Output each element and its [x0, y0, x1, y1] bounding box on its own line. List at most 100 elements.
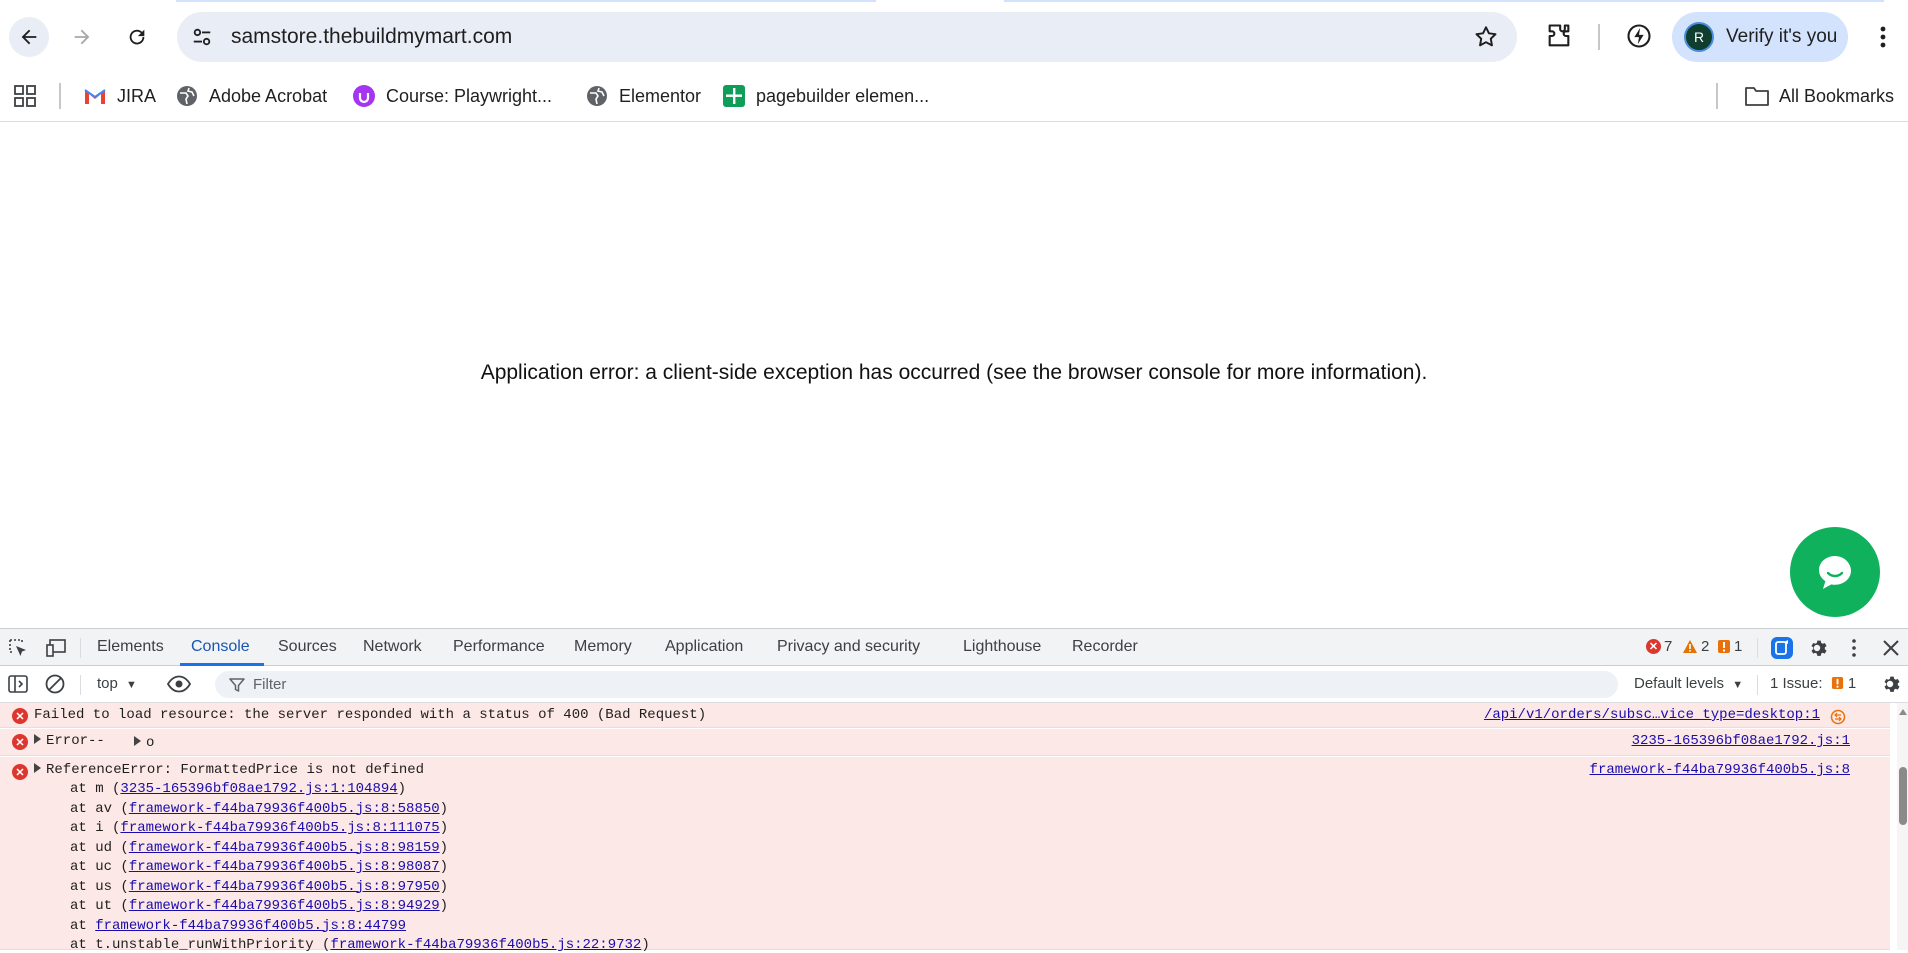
site-settings-icon[interactable] — [191, 26, 213, 48]
expand-triangle-icon[interactable] — [34, 763, 41, 773]
tab-application[interactable]: Application — [665, 638, 743, 656]
error-x-icon: ✕ — [12, 708, 28, 724]
all-bookmarks-label: All Bookmarks — [1779, 85, 1895, 106]
console-filter-input[interactable]: Filter — [215, 671, 1618, 698]
tab-console[interactable]: Console — [191, 638, 250, 656]
sidebar-toggle-icon[interactable] — [7, 673, 29, 695]
error-x-icon: ✕ — [12, 734, 28, 750]
caret-down-icon: ▼ — [126, 679, 137, 691]
frame-link[interactable]: framework-f44ba79936f400b5.js:8:44799 — [95, 918, 406, 934]
message-source-link[interactable]: /api/v1/orders/subsc…vice_type=desktop:1 — [1484, 707, 1820, 723]
message-source-link[interactable]: 3235-165396bf08ae1792.js:1 — [1632, 733, 1850, 749]
tab-divider — [80, 638, 81, 658]
network-request-icon[interactable] — [1830, 709, 1846, 725]
message-source-link[interactable]: framework-f44ba79936f400b5.js:8 — [1590, 762, 1850, 778]
close-devtools-icon[interactable] — [1880, 637, 1902, 659]
bookmark-adobe-acrobat[interactable]: Adobe Acrobat — [175, 80, 327, 112]
issue-flag-icon — [1718, 640, 1730, 653]
issue-counter[interactable]: 1 — [1717, 638, 1742, 655]
tab-recorder[interactable]: Recorder — [1072, 638, 1138, 656]
forward-button[interactable] — [62, 17, 102, 57]
issues-count: 1 — [1847, 675, 1857, 692]
frame-link[interactable]: framework-f44ba79936f400b5.js:22:9732 — [330, 937, 641, 953]
log-levels-dropdown[interactable]: Default levels ▼ — [1634, 675, 1743, 692]
frame-link[interactable]: framework-f44ba79936f400b5.js:8:98159 — [129, 840, 440, 856]
error-count: 7 — [1664, 638, 1673, 655]
all-bookmarks-button[interactable]: All Bookmarks — [1745, 80, 1894, 112]
verify-profile-button[interactable]: R Verify it's you — [1672, 12, 1848, 62]
bookmark-divider — [1716, 83, 1718, 109]
tab-network[interactable]: Network — [363, 638, 422, 656]
arrow-right-icon — [74, 29, 90, 45]
issues-label: 1 Issue: — [1770, 675, 1823, 692]
tab-sources[interactable]: Sources — [278, 638, 337, 656]
clear-console-icon[interactable] — [44, 673, 66, 695]
frame-prefix: at uc ( — [70, 859, 129, 875]
frame-prefix: at us ( — [70, 878, 129, 895]
ai-assistance-icon[interactable] — [1770, 636, 1794, 660]
bookmark-elementor[interactable]: Elementor — [585, 80, 701, 112]
bookmark-jira[interactable]: JIRA — [83, 80, 156, 112]
bookmarks-bar: JIRA Adobe Acrobat Course: Playwright...… — [0, 73, 1908, 122]
frame-link[interactable]: framework-f44ba79936f400b5.js:8:111075 — [120, 820, 439, 836]
apps-button[interactable] — [13, 80, 37, 112]
url-text[interactable]: samstore.thebuildmymart.com — [231, 25, 512, 49]
scrollbar-thumb[interactable] — [1899, 767, 1907, 825]
live-expression-eye-icon[interactable] — [166, 673, 192, 695]
folder-icon — [1745, 84, 1769, 108]
console-settings-gear-icon[interactable] — [1879, 673, 1901, 695]
error-counter[interactable]: ✕ 7 — [1646, 638, 1672, 655]
devtools-menu-icon[interactable] — [1843, 637, 1865, 659]
expand-triangle-icon[interactable] — [34, 734, 41, 744]
tab-strip-edge — [176, 0, 876, 2]
device-toolbar-icon[interactable] — [45, 637, 67, 659]
reference-error-text: ReferenceError: FormattedPrice is not de… — [46, 762, 425, 778]
frame-link[interactable]: framework-f44ba79936f400b5.js:8:94929 — [129, 898, 440, 914]
settings-gear-icon[interactable] — [1806, 637, 1828, 659]
message-text[interactable]: ReferenceError: FormattedPrice is not de… — [34, 762, 424, 778]
gmail-icon — [83, 84, 107, 108]
reload-button[interactable] — [117, 17, 157, 57]
tab-privacy-security[interactable]: Privacy and security — [777, 638, 920, 656]
stack-frame: at framework-f44ba79936f400b5.js:8:44799 — [70, 918, 406, 934]
toolbar-divider — [80, 675, 81, 695]
stack-frame: at ut (framework-f44ba79936f400b5.js:8:9… — [70, 898, 448, 914]
browser-menu-icon[interactable] — [1870, 22, 1896, 52]
message-text[interactable]: Error-- — [34, 733, 105, 749]
console-scrollbar[interactable] — [1897, 703, 1908, 950]
chat-bubble-icon — [1819, 556, 1851, 589]
address-bar[interactable]: samstore.thebuildmymart.com — [177, 12, 1517, 62]
frame-link[interactable]: framework-f44ba79936f400b5.js:8:58850 — [129, 801, 440, 817]
bookmark-course-playwright[interactable]: Course: Playwright... — [352, 80, 552, 112]
frame-link[interactable]: 3235-165396bf08ae1792.js:1:104894 — [120, 781, 397, 797]
tab-performance[interactable]: Performance — [453, 638, 545, 656]
issues-button[interactable]: 1 Issue: 1 — [1770, 675, 1856, 692]
bookmark-star-icon[interactable] — [1473, 24, 1499, 50]
error-label: Error-- — [46, 733, 105, 749]
inspect-element-icon[interactable] — [7, 637, 29, 659]
frame-suffix: ) — [439, 878, 449, 895]
scroll-up-arrow-icon[interactable] — [1899, 709, 1907, 715]
stack-frame: at ud (framework-f44ba79936f400b5.js:8:9… — [70, 840, 448, 856]
expand-triangle-icon[interactable] — [134, 736, 141, 746]
frame-suffix: ) — [439, 820, 449, 836]
extensions-icon[interactable] — [1545, 22, 1573, 50]
performance-icon[interactable] — [1625, 22, 1653, 50]
back-button[interactable] — [9, 17, 49, 57]
stack-frame: at uc (framework-f44ba79936f400b5.js:8:9… — [70, 859, 448, 875]
console-message: ✕ ReferenceError: FormattedPrice is not … — [0, 757, 1890, 953]
frame-link[interactable]: framework-f44ba79936f400b5.js:8:98087 — [129, 859, 440, 875]
warning-counter[interactable]: 2 — [1682, 638, 1709, 655]
tab-lighthouse[interactable]: Lighthouse — [963, 638, 1041, 656]
error-x-icon: ✕ — [12, 764, 28, 780]
context-selector[interactable]: top ▼ — [97, 675, 137, 692]
bookmark-pagebuilder[interactable]: pagebuilder elemen... — [722, 80, 929, 112]
object-preview[interactable]: o — [134, 735, 154, 751]
toolbar-divider — [1757, 675, 1758, 695]
frame-link[interactable]: framework-f44ba79936f400b5.js:8:97950 — [129, 879, 440, 895]
tab-elements[interactable]: Elements — [97, 638, 164, 656]
chat-button[interactable] — [1790, 527, 1880, 617]
frame-prefix: at t.unstable_runWithPriority ( — [70, 937, 331, 953]
tab-memory[interactable]: Memory — [574, 638, 632, 656]
arrow-left-icon — [21, 29, 37, 45]
